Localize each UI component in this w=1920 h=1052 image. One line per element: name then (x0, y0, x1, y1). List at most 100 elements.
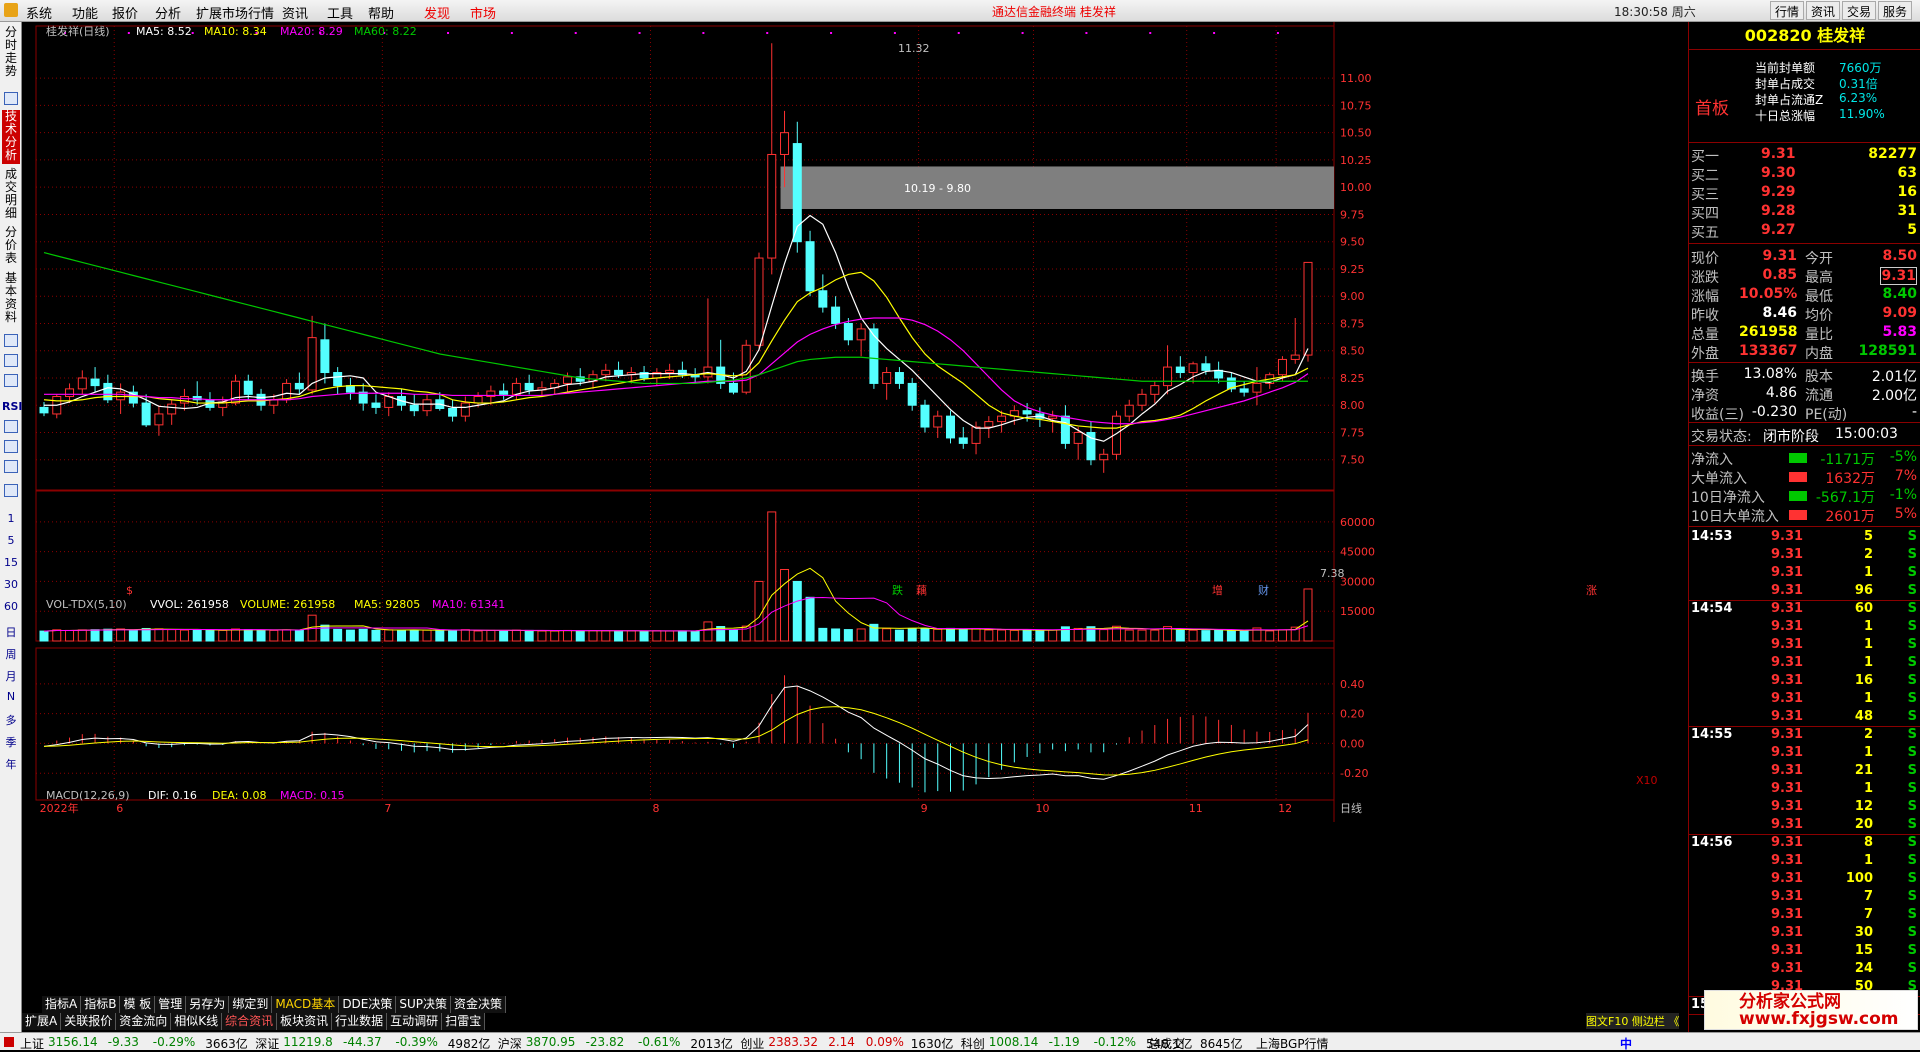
indicator-tab[interactable]: 指标B (81, 996, 121, 1013)
bid-price: 9.30 (1761, 165, 1796, 181)
indicator-tab[interactable]: SUP决策 (396, 996, 452, 1013)
info-tab[interactable]: 互动调研 (387, 1013, 443, 1030)
app-logo-icon[interactable] (4, 3, 18, 17)
candle (1124, 404, 1134, 417)
tick-row: 9.31 7 S (1689, 888, 1920, 906)
indicator-icon[interactable] (4, 354, 18, 367)
indicator-tab[interactable]: 另存为 (186, 996, 230, 1013)
index-name: 科创 (960, 1037, 985, 1051)
tab-trade[interactable]: 交易 (1842, 1, 1877, 20)
indicator-tab[interactable]: 资金决策 (451, 996, 507, 1013)
tab-info[interactable]: 资讯 (1806, 1, 1841, 20)
tab-fundamentals[interactable]: 基本资料 (2, 272, 20, 326)
candle (1163, 366, 1173, 387)
info-tab[interactable]: 行业数据 (332, 1013, 388, 1030)
indicator-tab[interactable]: 绑定到 (229, 996, 273, 1013)
rsi-button[interactable]: RSI (2, 400, 23, 413)
info-tab[interactable]: 板块资讯 (277, 1013, 333, 1030)
tick-price: 9.31 (1771, 709, 1804, 724)
period-15[interactable]: 15 (2, 556, 20, 569)
info-tab[interactable]: 相似K线 (171, 1013, 223, 1030)
candle (728, 382, 738, 393)
indicator-tab[interactable]: 模 板 (120, 996, 156, 1013)
quote-row: 涨幅 10.05% 最低 8.40 (1689, 285, 1920, 305)
period-quarter[interactable]: 季 (2, 734, 20, 750)
index-name: 创业 (740, 1037, 765, 1051)
kline-chart[interactable]: 7.50 7.75 8.00 8.25 8.50 8.75 9.00 9.25 9.50 9.75… (22, 22, 1688, 996)
indicator-tab[interactable]: MACD基本 (272, 996, 340, 1013)
tab-trade-detail[interactable]: 成交明细 (2, 168, 20, 222)
chart-icon[interactable] (4, 334, 18, 347)
tick-price: 9.31 (1771, 637, 1804, 652)
tab-price-table[interactable]: 分价表 (2, 226, 20, 268)
menu-discover[interactable]: 发现 (424, 3, 450, 22)
menu-quote[interactable]: 报价 (112, 3, 138, 22)
candle (1303, 261, 1313, 356)
menu-tools[interactable]: 工具 (327, 3, 353, 22)
menu-function[interactable]: 功能 (72, 3, 98, 22)
price-tick-label: 9.50 (1340, 236, 1365, 249)
info-tab[interactable]: 资金流向 (116, 1013, 172, 1030)
info-tab[interactable]: 扩展A (22, 1013, 62, 1030)
tick-volume: 7 (1863, 907, 1873, 922)
f10-sidebar-toggle[interactable]: 图文F10 侧边栏 《 (1586, 1013, 1680, 1029)
toolbar-icon[interactable] (4, 92, 18, 105)
period-year[interactable]: 年 (2, 756, 20, 772)
event-dot (1149, 32, 1152, 34)
period-30[interactable]: 30 (2, 578, 20, 591)
candle (345, 385, 355, 393)
candle (843, 322, 853, 341)
move-icon[interactable] (4, 440, 18, 453)
menu-analysis[interactable]: 分析 (155, 3, 181, 22)
tick-row: 9.31 1 S (1689, 636, 1920, 654)
tab-timeshare[interactable]: 分时走势 (2, 26, 20, 86)
index-pct: 0.09% (865, 1035, 904, 1049)
info-tab[interactable]: 扫雷宝 (442, 1013, 486, 1030)
tab-service[interactable]: 服务 (1878, 1, 1913, 20)
volume-bar (90, 629, 100, 642)
menu-system[interactable]: 系统 (26, 3, 52, 22)
ma10-label: MA10: 8.34 (204, 25, 267, 38)
macd-tick-label: 0.40 (1340, 678, 1365, 691)
index-value: 1008.14 (988, 1035, 1039, 1049)
indicator-tab[interactable]: 管理 (155, 996, 187, 1013)
tick-volume: 21 (1854, 763, 1873, 778)
menu-ext-market[interactable]: 扩展市场行情 (196, 3, 274, 22)
candle (971, 426, 981, 444)
ime-indicator[interactable]: 中 (1620, 1035, 1632, 1052)
menu-market[interactable]: 市场 (470, 3, 496, 22)
f10-icon[interactable] (4, 484, 18, 497)
period-1[interactable]: 1 (2, 512, 20, 525)
tick-row: 14:53 9.31 5 S (1689, 528, 1920, 546)
period-week[interactable]: 周 (2, 646, 20, 662)
period-month[interactable]: 月 (2, 668, 20, 684)
period-5[interactable]: 5 (2, 534, 20, 547)
tick-row: 9.31 30 S (1689, 924, 1920, 942)
info-tab[interactable]: 综合资讯 (222, 1013, 278, 1030)
tick-side: S (1907, 547, 1917, 562)
quote-label: 涨幅 (1691, 289, 1719, 305)
info-tab[interactable]: 关联报价 (61, 1013, 117, 1030)
quote-row: 外盘 133367 内盘 128591 (1689, 342, 1920, 362)
period-60[interactable]: 60 (2, 600, 20, 613)
pencil-icon[interactable] (4, 460, 18, 473)
quote-value: 133367 (1739, 343, 1798, 359)
candle (320, 339, 330, 374)
bid-label: 买三 (1691, 187, 1719, 203)
period-multi[interactable]: 多 (2, 712, 20, 728)
volume-bar (205, 630, 215, 642)
tab-quote[interactable]: 行情 (1770, 1, 1805, 20)
money-icon[interactable] (4, 420, 18, 433)
flow-bar-icon (1789, 453, 1807, 463)
volume-bar (179, 629, 189, 642)
volume-bar (703, 621, 713, 642)
menu-news[interactable]: 资讯 (282, 3, 308, 22)
draw-icon[interactable] (4, 374, 18, 387)
period-day[interactable]: 日 (2, 624, 20, 640)
period-n[interactable]: N (2, 690, 20, 703)
tab-tech-analysis[interactable]: 技术分析 (2, 110, 20, 164)
indicator-tab[interactable]: 指标A (42, 996, 82, 1013)
indicator-tab[interactable]: DDE决策 (339, 996, 397, 1013)
tick-volume: 8 (1863, 835, 1873, 850)
menu-help[interactable]: 帮助 (368, 3, 394, 22)
